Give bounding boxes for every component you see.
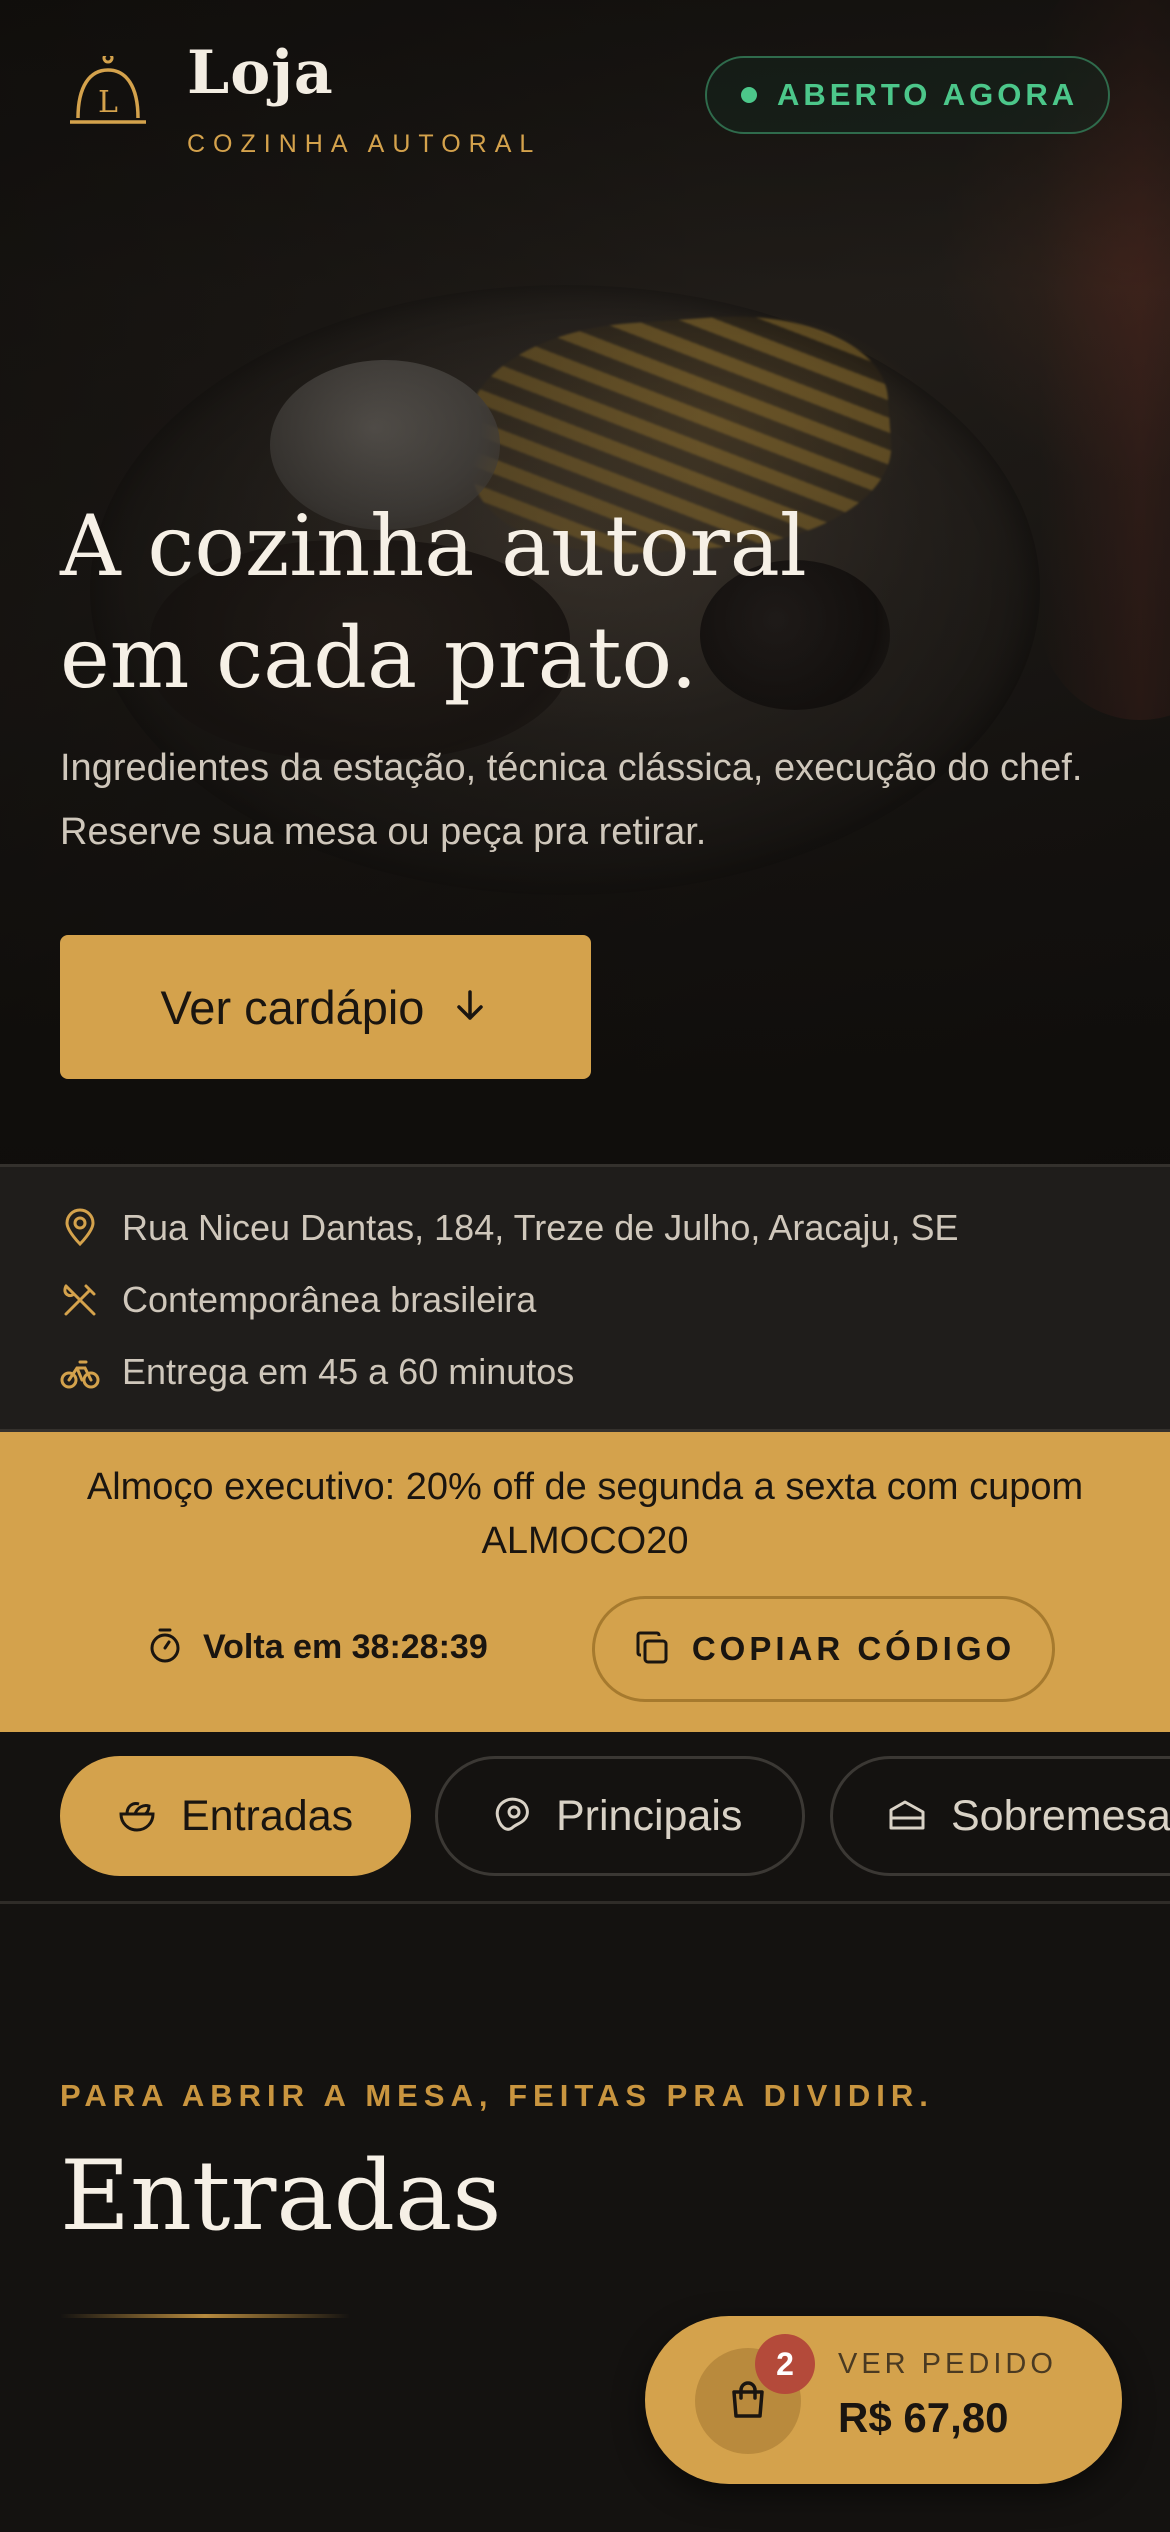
- utensils-crossed-icon: [60, 1280, 100, 1320]
- salad-icon: [115, 1792, 159, 1840]
- cake-icon: [885, 1792, 929, 1840]
- address-text: Rua Niceu Dantas, 184, Treze de Julho, A…: [122, 1207, 959, 1248]
- order-total: R$ 67,80: [838, 2394, 1009, 2441]
- section-title: Entradas: [60, 2140, 502, 2252]
- steak-icon: [490, 1792, 534, 1840]
- hero-title: A cozinha autoral em cada prato.: [60, 490, 960, 714]
- tab-entradas[interactable]: Entradas: [60, 1756, 411, 1876]
- tab-label: Principais: [556, 1791, 743, 1840]
- tab-label: Sobremesas: [951, 1791, 1170, 1840]
- view-order-button[interactable]: 2 VER PEDIDO R$ 67,80: [645, 2316, 1122, 2484]
- copy-icon: [632, 1628, 672, 1671]
- promo-timer: Volta em 38:28:39: [145, 1625, 488, 1669]
- delivery-text: Entrega em 45 a 60 minutos: [122, 1351, 575, 1392]
- section-divider: [60, 2314, 350, 2318]
- category-tabs: Entradas Principais Sobremesas: [0, 1732, 1170, 1904]
- timer-text: Volta em 38:28:39: [203, 1627, 488, 1666]
- open-status-badge: ABERTO AGORA: [705, 56, 1110, 134]
- cuisine-text: Contemporânea brasileira: [122, 1279, 537, 1320]
- cloche-logo-icon: L: [66, 52, 150, 136]
- open-status-text: ABERTO AGORA: [777, 77, 1079, 112]
- hero-title-line1: A cozinha autoral: [60, 497, 807, 595]
- svg-text:L: L: [98, 85, 118, 120]
- hero-title-line2: em cada prato.: [60, 609, 698, 707]
- delivery-row: Entrega em 45 a 60 minutos: [60, 1351, 574, 1393]
- view-menu-label: Ver cardápio: [160, 980, 425, 1034]
- stopwatch-icon: [145, 1625, 185, 1669]
- copy-code-button[interactable]: COPIAR CÓDIGO: [592, 1596, 1055, 1702]
- brand-name[interactable]: Loja: [187, 38, 334, 108]
- tab-principais[interactable]: Principais: [435, 1756, 805, 1876]
- brand-tagline: COZINHA AUTORAL: [187, 130, 542, 158]
- tab-label: Entradas: [181, 1791, 354, 1840]
- arrow-down-icon: [450, 986, 490, 1029]
- map-pin-icon: [60, 1208, 100, 1248]
- cart-count-badge: 2: [755, 2334, 815, 2394]
- view-order-label: VER PEDIDO: [838, 2348, 1057, 2380]
- restaurant-info: Rua Niceu Dantas, 184, Treze de Julho, A…: [0, 1164, 1170, 1432]
- copy-code-label: COPIAR CÓDIGO: [691, 1630, 1016, 1667]
- section-eyebrow: PARA ABRIR A MESA, FEITAS PRA DIVIDIR.: [60, 2078, 934, 2113]
- bicycle-icon: [60, 1352, 100, 1392]
- promo-text: Almoço executivo: 20% off de segunda a s…: [86, 1466, 1084, 1562]
- hero-section: L Loja COZINHA AUTORAL ABERTO AGORA A co…: [0, 0, 1170, 1164]
- view-menu-button[interactable]: Ver cardápio: [60, 935, 591, 1079]
- hero-description: Ingredientes da estação, técnica clássic…: [60, 747, 1083, 853]
- address-row: Rua Niceu Dantas, 184, Treze de Julho, A…: [60, 1207, 958, 1249]
- status-dot-icon: [741, 87, 757, 103]
- cuisine-row: Contemporânea brasileira: [60, 1279, 536, 1321]
- tab-sobremesas[interactable]: Sobremesas: [830, 1756, 1170, 1876]
